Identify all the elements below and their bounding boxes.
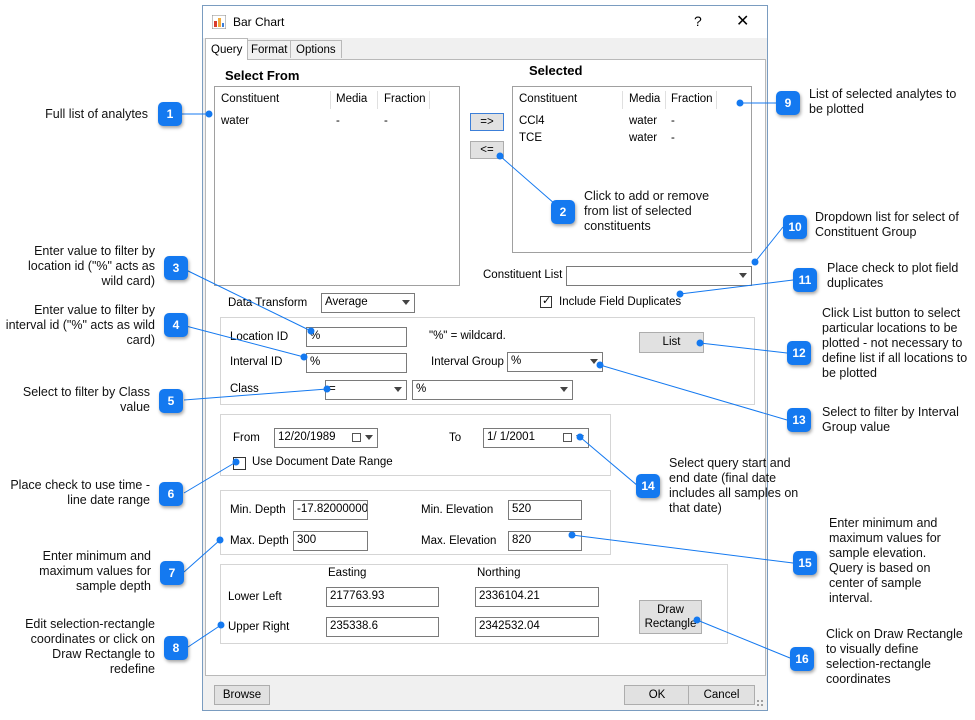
callout-badge-3: 3: [164, 256, 188, 280]
callout-badge-9: 9: [776, 91, 800, 115]
callout-badge-5: 5: [159, 389, 183, 413]
callout-note-5: Select to filter by Class value: [22, 385, 150, 414]
callout-note-10: Dropdown list for select of Constituent …: [815, 210, 959, 239]
callout-badge-10: 10: [783, 215, 807, 239]
callout-note-1: Full list of analytes: [45, 107, 148, 121]
callout-badge-6: 6: [159, 482, 183, 506]
callout-badge-16: 16: [790, 647, 814, 671]
callout-badge-7: 7: [160, 561, 184, 585]
callout-note-8: Edit selection-rectangle coordinates or …: [25, 617, 155, 676]
callout-badge-11: 11: [793, 268, 817, 292]
callout-note-16: Click on Draw Rectangle to visually defi…: [826, 627, 963, 686]
callout-note-12: Click List button to select particular l…: [822, 306, 968, 380]
callout-note-4: Enter value to filter by interval id ("%…: [5, 303, 155, 347]
callout-note-7: Enter minimum and maximum values for sam…: [39, 549, 151, 593]
callout-note-15: Enter minimum and maximum values for sam…: [829, 516, 941, 605]
callout-badge-2: 2: [551, 200, 575, 224]
callout-note-6: Place check to use time -line date range: [10, 478, 150, 507]
callout-note-14: Select query start and end date (final d…: [669, 456, 799, 515]
callout-note-13: Select to filter by Interval Group value: [822, 405, 959, 434]
callout-badge-15: 15: [793, 551, 817, 575]
callout-badge-12: 12: [787, 341, 811, 365]
callout-note-2: Click to add or remove from list of sele…: [584, 189, 710, 233]
callout-badge-1: 1: [158, 102, 182, 126]
callout-badge-14: 14: [636, 474, 660, 498]
callout-note-11: Place check to plot field duplicates: [827, 261, 959, 290]
callout-badge-8: 8: [164, 636, 188, 660]
callout-note-3: Enter value to filter by location id ("%…: [28, 244, 155, 288]
callout-badge-13: 13: [787, 408, 811, 432]
callout-note-9: List of selected analytes to be plotted: [809, 87, 957, 116]
callout-badge-4: 4: [164, 313, 188, 337]
